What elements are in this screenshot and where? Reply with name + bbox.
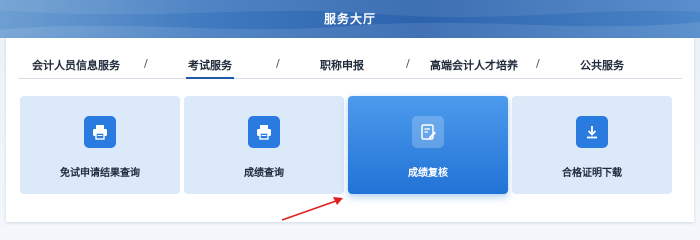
- tab-accountant-info[interactable]: 会计人员信息服务: [32, 57, 120, 73]
- edit-document-icon: [412, 116, 444, 148]
- service-panel: 会计人员信息服务 / 考试服务 / 职称申报 / 高端会计人才培养 / 公共服务…: [6, 38, 694, 222]
- tab-separator: /: [144, 57, 148, 70]
- tab-separator: /: [406, 57, 410, 70]
- card-label: 成绩复核: [408, 168, 448, 179]
- tab-bar: 会计人员信息服务 / 考试服务 / 职称申报 / 高端会计人才培养 / 公共服务: [18, 52, 682, 79]
- card-score-review[interactable]: 成绩复核: [348, 96, 508, 194]
- tab-title-application[interactable]: 职称申报: [320, 57, 364, 73]
- tab-separator: /: [276, 57, 280, 70]
- service-hall-page: 服务大厅 会计人员信息服务 / 考试服务 / 职称申报 / 高端会计人才培养 /…: [0, 0, 700, 240]
- tab-exam-services[interactable]: 考试服务: [186, 57, 234, 79]
- card-label: 成绩查询: [244, 168, 284, 179]
- card-score-query[interactable]: 成绩查询: [184, 96, 344, 194]
- card-label: 免试申请结果查询: [60, 168, 140, 179]
- printer-icon: [84, 116, 116, 148]
- printer-icon: [248, 116, 280, 148]
- card-label: 合格证明下载: [562, 168, 622, 179]
- tab-senior-talent-training[interactable]: 高端会计人才培养: [430, 57, 518, 73]
- download-icon: [576, 116, 608, 148]
- tab-public-services[interactable]: 公共服务: [580, 57, 624, 73]
- banner-title: 服务大厅: [323, 12, 376, 26]
- card-certificate-download[interactable]: 合格证明下载: [512, 96, 672, 194]
- tab-separator: /: [536, 57, 540, 70]
- card-exemption-result-query[interactable]: 免试申请结果查询: [20, 96, 180, 194]
- banner: 服务大厅: [0, 0, 700, 38]
